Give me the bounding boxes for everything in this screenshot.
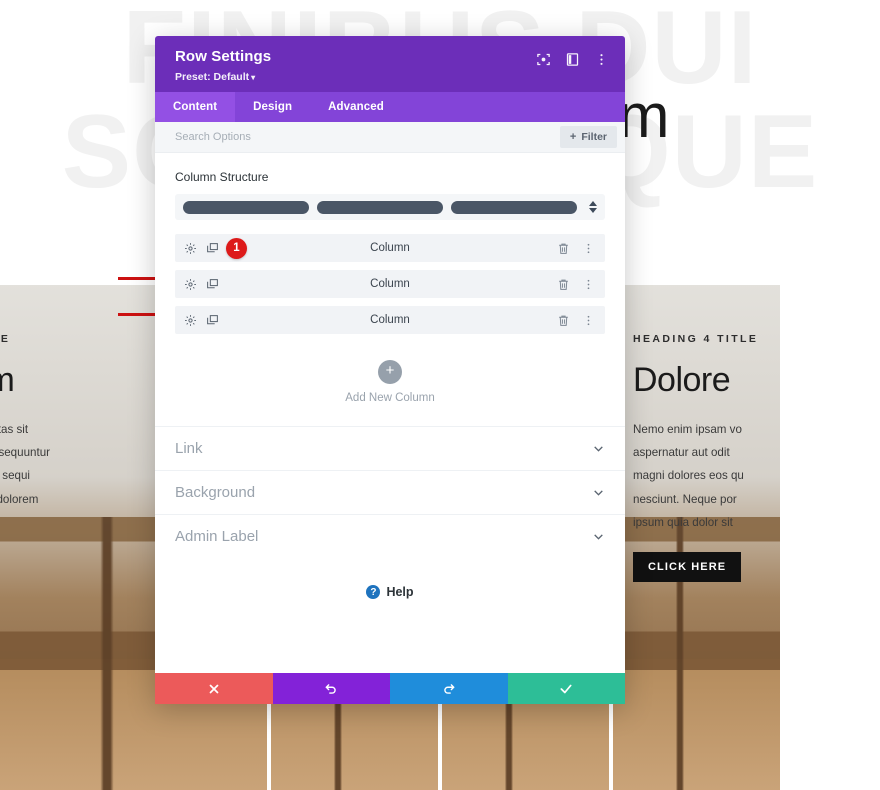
redo-icon <box>444 683 455 694</box>
undo-button[interactable] <box>272 673 390 704</box>
column-row-2[interactable]: Column <box>175 270 605 298</box>
filter-button-label: Filter <box>581 131 607 143</box>
trash-icon[interactable] <box>557 314 570 327</box>
help-label: Help <box>386 585 414 599</box>
filter-button[interactable]: + Filter <box>559 126 617 148</box>
structure-segment <box>451 200 577 214</box>
gear-icon[interactable] <box>184 242 197 255</box>
trash-icon[interactable] <box>557 242 570 255</box>
gear-icon[interactable] <box>184 314 197 327</box>
layout-panel-icon[interactable] <box>565 52 580 67</box>
column-4-overlay: HEADING 4 TITLE Dolore Nemo enim ipsam v… <box>633 333 762 582</box>
more-vertical-icon[interactable] <box>582 242 595 255</box>
search-input[interactable]: Search Options <box>175 131 251 143</box>
column-4-para-line: aspernatur aut odit <box>633 446 730 460</box>
screenshot-root: FINIBUS DUI SCELERISQUE Dolorem Aliquam … <box>0 0 880 790</box>
plus-icon: + <box>569 131 577 143</box>
more-vertical-icon[interactable] <box>594 52 609 67</box>
click-here-button[interactable]: CLICK HERE <box>633 551 742 582</box>
undo-icon <box>325 683 336 694</box>
tab-design[interactable]: Design <box>235 92 310 122</box>
help-link[interactable]: ? Help <box>155 558 625 599</box>
modal-footer <box>155 673 625 704</box>
column-4-heading: Dolore <box>633 361 731 399</box>
gear-icon[interactable] <box>184 278 197 291</box>
chevron-down-icon <box>594 534 603 540</box>
column-structure-selector[interactable] <box>175 194 605 220</box>
accordion-background[interactable]: Background <box>155 470 625 514</box>
column-row-label: Column <box>370 314 410 326</box>
column-structure-label: Column Structure <box>175 170 269 184</box>
more-vertical-icon[interactable] <box>582 278 595 291</box>
column-4-para-line: nesciunt. Neque por <box>633 492 737 506</box>
preset-label: Preset: Default <box>175 71 250 83</box>
column-4-para-line: magni dolores eos qu <box>633 469 744 483</box>
caret-down-icon: ▾ <box>251 73 256 82</box>
question-mark-icon: ? <box>366 585 381 599</box>
duplicate-icon[interactable] <box>206 242 219 255</box>
column-4-para-line: ipsum quia dolor sit <box>633 515 733 529</box>
search-bar: Search Options + Filter <box>155 122 625 153</box>
modal-tabs: Content Design Advanced <box>155 92 625 122</box>
accordion-admin-label-label: Admin Label <box>175 528 259 545</box>
discard-button[interactable] <box>155 673 273 704</box>
accordion-background-label: Background <box>175 484 256 501</box>
accordion-link[interactable]: Link <box>155 426 625 470</box>
accordion-link-label: Link <box>175 440 203 457</box>
column-row-label: Column <box>370 278 410 290</box>
focus-target-icon[interactable] <box>536 52 551 67</box>
column-4-eyebrow: HEADING 4 TITLE <box>633 333 759 345</box>
step-badge-1: 1 <box>226 237 247 259</box>
check-icon <box>560 684 572 693</box>
column-4-para-line: Nemo enim ipsam vo <box>633 423 742 436</box>
more-vertical-icon[interactable] <box>582 314 595 327</box>
column-structure-section: Column Structure <box>155 153 625 220</box>
trash-icon[interactable] <box>557 278 570 291</box>
modal-title: Row Settings <box>175 48 272 65</box>
structure-stepper-icon[interactable] <box>587 201 599 213</box>
chevron-down-icon <box>594 446 603 452</box>
tab-content[interactable]: Content <box>155 92 236 122</box>
preset-selector[interactable]: Preset: Default ▾ <box>175 71 271 83</box>
modal-body: Column Structure 1 Column Column Column … <box>155 153 625 673</box>
structure-segment <box>317 200 443 214</box>
plus-circle-icon: + <box>378 360 402 384</box>
chevron-down-icon <box>594 490 603 496</box>
column-row-3[interactable]: Column <box>175 306 605 334</box>
accordion-admin-label[interactable]: Admin Label <box>155 514 625 558</box>
redo-button[interactable] <box>390 673 508 704</box>
duplicate-icon[interactable] <box>206 278 219 291</box>
tab-advanced[interactable]: Advanced <box>310 92 402 122</box>
modal-header: Row Settings Preset: Default ▾ <box>155 36 625 92</box>
save-button[interactable] <box>507 673 625 704</box>
plus-glyph: + <box>385 362 395 379</box>
column-list: 1 Column Column Column <box>155 220 625 334</box>
add-new-column-button[interactable]: + Add New Column <box>155 342 625 426</box>
close-icon <box>209 684 219 693</box>
structure-segment <box>183 200 309 214</box>
add-new-column-label: Add New Column <box>345 392 435 404</box>
photo-column-4: HEADING 4 TITLE Dolore Nemo enim ipsam v… <box>613 285 780 790</box>
column-row-1[interactable]: 1 Column <box>175 234 605 262</box>
duplicate-icon[interactable] <box>206 314 219 327</box>
row-settings-modal: Row Settings Preset: Default ▾ Content D… <box>155 36 625 704</box>
